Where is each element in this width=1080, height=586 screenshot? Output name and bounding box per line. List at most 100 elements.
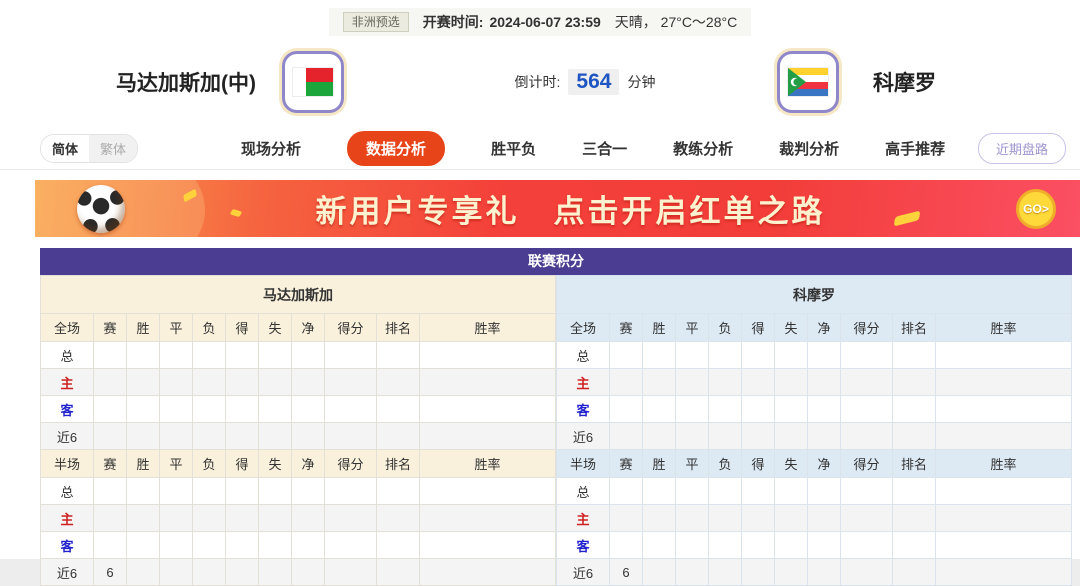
column-header: 排名: [893, 314, 936, 342]
stat-cell: [193, 559, 226, 586]
column-header: 赛: [94, 314, 127, 342]
countdown: 倒计时: 564 分钟: [460, 69, 710, 95]
stat-cell: [742, 396, 775, 423]
stat-cell: [775, 559, 808, 586]
stat-cell: [676, 505, 709, 532]
column-header: 失: [775, 314, 808, 342]
stat-cell: [160, 369, 193, 396]
tab-live-analysis[interactable]: 现场分析: [241, 138, 301, 159]
stat-cell: [259, 423, 292, 450]
stat-cell: [420, 369, 556, 396]
away-team-block: 科摩罗: [710, 51, 936, 113]
row-label: 客: [557, 396, 610, 423]
column-header: 胜: [643, 314, 676, 342]
stat-cell: [160, 559, 193, 586]
tab-expert-picks[interactable]: 高手推荐: [885, 138, 945, 159]
match-header: 马达加斯加(中) 倒计时: 564 分钟 科摩罗: [0, 42, 1080, 122]
stat-cell: [160, 532, 193, 559]
stat-cell: [676, 423, 709, 450]
stat-cell: [643, 559, 676, 586]
stat-cell: [742, 423, 775, 450]
stat-cell: [325, 342, 377, 369]
stat-cell: [292, 478, 325, 505]
stat-cell: [226, 342, 259, 369]
league-table: 马达加斯加全场赛胜平负得失净得分排名胜率总主客近6半场赛胜平负得失净得分排名胜率…: [40, 275, 556, 586]
stat-cell: [893, 369, 936, 396]
kickoff-label: 开赛时间:: [423, 14, 484, 30]
stat-cell: [377, 342, 420, 369]
column-header: 赛: [94, 450, 127, 478]
stat-cell: [841, 423, 893, 450]
stat-cell: [292, 505, 325, 532]
column-header: 负: [193, 450, 226, 478]
recent-odds-button[interactable]: 近期盘路: [978, 133, 1066, 164]
stat-cell: [936, 369, 1072, 396]
lang-toggle: 简体 繁体: [40, 134, 138, 163]
team-section-title: 马达加斯加: [41, 276, 556, 314]
away-league-table-host: 科摩罗全场赛胜平负得失净得分排名胜率总主客近6半场赛胜平负得失净得分排名胜率总主…: [556, 275, 1072, 586]
stat-cell: [676, 478, 709, 505]
column-header: 平: [160, 450, 193, 478]
column-header: 排名: [377, 314, 420, 342]
go-button[interactable]: GO>: [1016, 189, 1056, 229]
tab-coach-analysis[interactable]: 教练分析: [673, 138, 733, 159]
stat-cell: [841, 505, 893, 532]
promo-text: 新用户专享礼点击开启红单之路: [125, 186, 1016, 231]
stat-cell: [893, 532, 936, 559]
stat-cell: [94, 532, 127, 559]
stat-cell: [936, 423, 1072, 450]
stat-cell: [259, 369, 292, 396]
stat-cell: [893, 505, 936, 532]
stat-cell: [160, 505, 193, 532]
stat-cell: [226, 478, 259, 505]
table-row: 主: [41, 505, 556, 532]
stat-cell: [808, 532, 841, 559]
promo-banner[interactable]: 新用户专享礼点击开启红单之路 GO>: [35, 180, 1080, 237]
table-row: 主: [41, 369, 556, 396]
stat-cell: [643, 342, 676, 369]
stat-cell: [325, 505, 377, 532]
stat-cell: [325, 423, 377, 450]
countdown-unit: 分钟: [627, 72, 655, 92]
column-header: 排名: [377, 450, 420, 478]
table-row: 近6: [41, 423, 556, 450]
column-header: 净: [808, 314, 841, 342]
stat-cell: [94, 396, 127, 423]
stat-cell: [226, 532, 259, 559]
stat-cell: [841, 478, 893, 505]
tab-data-analysis[interactable]: 数据分析: [347, 131, 445, 166]
tab-referee-analysis[interactable]: 裁判分析: [779, 138, 839, 159]
stat-cell: [193, 532, 226, 559]
lang-simplified-button[interactable]: 简体: [41, 135, 89, 162]
stat-cell: [841, 559, 893, 586]
column-header: 胜: [127, 450, 160, 478]
stat-cell: [377, 478, 420, 505]
home-team-block: 马达加斯加(中): [0, 51, 460, 113]
stat-cell: [775, 423, 808, 450]
stat-cell: [709, 532, 742, 559]
stat-cell: [259, 532, 292, 559]
stat-cell: [226, 505, 259, 532]
league-badge: 非洲预选: [343, 12, 409, 32]
stat-cell: [160, 423, 193, 450]
table-row: 主: [557, 505, 1072, 532]
stat-cell: [775, 369, 808, 396]
column-header: 半场: [557, 450, 610, 478]
stat-cell: [292, 532, 325, 559]
tab-three-in-one[interactable]: 三合一: [582, 138, 627, 159]
topbar-wrap: 非洲预选 开赛时间:2024-06-07 23:59 天晴， 27°C～28°C: [0, 0, 1080, 36]
column-header: 负: [709, 450, 742, 478]
stat-cell: [127, 559, 160, 586]
lang-traditional-button[interactable]: 繁体: [89, 135, 137, 162]
column-header: 全场: [557, 314, 610, 342]
stat-cell: [808, 478, 841, 505]
column-header: 负: [709, 314, 742, 342]
stat-cell: 6: [94, 559, 127, 586]
table-row: 主: [557, 369, 1072, 396]
row-label: 主: [557, 369, 610, 396]
nav-bar: 简体 繁体 现场分析 数据分析 胜平负 三合一 教练分析 裁判分析 高手推荐 近…: [0, 128, 1080, 170]
stat-cell: [709, 396, 742, 423]
tab-win-draw-loss[interactable]: 胜平负: [491, 138, 536, 159]
stat-cell: [377, 369, 420, 396]
column-header: 平: [676, 450, 709, 478]
